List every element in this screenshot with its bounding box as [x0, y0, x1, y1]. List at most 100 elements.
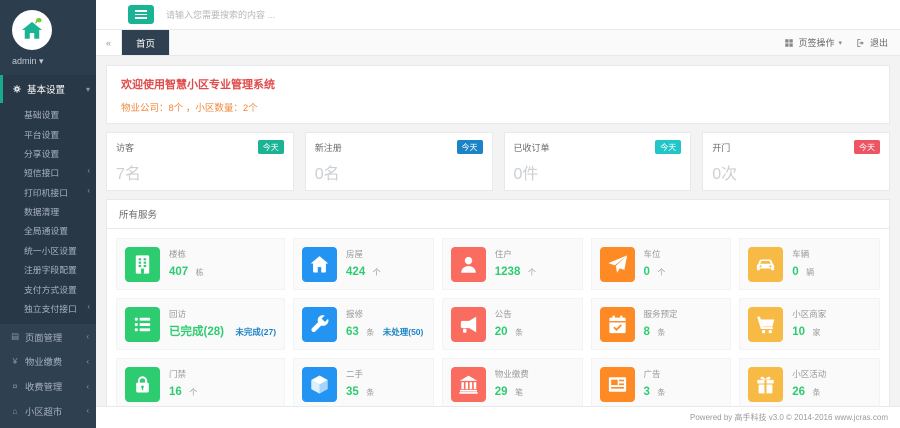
service-tile-label: 小区活动 — [792, 368, 826, 380]
sidebar-item-pages[interactable]: ▤ 页面管理 ‹ — [0, 324, 96, 349]
service-tile-unit: 栋 — [196, 268, 204, 277]
tabs-menu-icon — [784, 38, 794, 48]
property-fee-icon: ¥ — [10, 356, 20, 366]
cube-icon — [302, 367, 337, 402]
service-tile[interactable]: 楼栋 407 栋 — [116, 238, 285, 290]
service-tile-value: 16 — [169, 386, 182, 398]
sidebar: admin ▾ 基本设置 ▾ 基础设置 平台设置 分享设置 短信接口 ‹ 打印机… — [0, 0, 96, 428]
sidebar-submenu-item-label: 基础设置 — [24, 108, 59, 121]
service-tile-extra: 未完成(27) — [235, 327, 276, 337]
sidebar-submenu-item[interactable]: 全局通设置 — [0, 221, 96, 240]
tab-action[interactable]: 页签操作 ▾ — [784, 36, 842, 49]
service-tile-unit: 条 — [813, 388, 821, 397]
tab-actions: 页签操作 ▾ 退出 — [784, 30, 900, 55]
stat-card: 新注册 今天 0名 — [305, 132, 493, 191]
sidebar-section-basic-settings[interactable]: 基本设置 ▾ — [0, 75, 96, 103]
sidebar-item-merchant[interactable]: ◉ 小区商家 ‹ — [0, 423, 96, 428]
chevron-left-icon: ‹ — [86, 332, 89, 341]
service-tile-label: 楼栋 — [169, 248, 208, 260]
service-tile-label: 门禁 — [169, 368, 201, 380]
sidebar-submenu-item[interactable]: 分享设置 — [0, 144, 96, 163]
service-tile-label: 二手 — [346, 368, 378, 380]
stat-card-badge[interactable]: 今天 — [457, 140, 483, 154]
sidebar-item-property-fee[interactable]: ¥ 物业缴费 ‹ — [0, 349, 96, 374]
service-tile-unit: 辆 — [806, 268, 814, 277]
bank-icon — [451, 367, 486, 402]
chevron-left-icon: ‹ — [87, 166, 90, 179]
sidebar-item-market[interactable]: ⌂ 小区超市 ‹ — [0, 398, 96, 423]
stat-card-badge[interactable]: 今天 — [655, 140, 681, 154]
tab[interactable]: 首页 — [122, 30, 170, 55]
service-tile-unit: 个 — [373, 268, 381, 277]
chevron-down-icon: ▾ — [838, 39, 842, 47]
service-tile[interactable]: 车辆 0 辆 — [739, 238, 880, 290]
service-tile-unit: 条 — [657, 388, 665, 397]
pages-icon: ▤ — [10, 331, 20, 342]
sidebar-submenu-item-label: 数据清理 — [24, 205, 59, 218]
sidebar-item-label: 小区超市 — [25, 404, 62, 418]
services-panel: 所有服务 楼栋 407 栋 房屋 424 个 住户 1238 — [106, 199, 890, 406]
sidebar-submenu-item-label: 打印机接口 — [24, 186, 68, 199]
service-tile-unit: 笔 — [515, 388, 523, 397]
service-tile-extra: 未处理(50) — [383, 327, 424, 337]
service-tile[interactable]: 房屋 424 个 — [293, 238, 434, 290]
service-tile[interactable]: 车位 0 个 — [591, 238, 732, 290]
stat-card-badge[interactable]: 今天 — [854, 140, 880, 154]
service-tile[interactable]: 二手 35 条 — [293, 358, 434, 406]
service-tile-label: 车位 — [644, 248, 670, 260]
service-tile-unit: 条 — [366, 388, 374, 397]
sidebar-submenu-item[interactable]: 打印机接口 ‹ — [0, 183, 96, 202]
stat-card-badge[interactable]: 今天 — [258, 140, 284, 154]
service-tile-unit: 条 — [366, 328, 374, 337]
sidebar-submenu-item-label: 独立支付接口 — [24, 302, 77, 315]
service-tile-value: 已完成(28) — [169, 326, 224, 338]
service-tile[interactable]: 小区活动 26 条 — [739, 358, 880, 406]
sidebar-item-label: 页面管理 — [25, 330, 62, 344]
sidebar-submenu-item[interactable]: 注册字段配置 — [0, 260, 96, 279]
sidebar-logo-block[interactable]: admin ▾ — [0, 0, 96, 75]
service-tile[interactable]: 回访 已完成(28) 未完成(27) — [116, 298, 285, 350]
service-tile-label: 服务预定 — [644, 308, 678, 320]
service-tile-value: 26 — [792, 386, 805, 398]
sidebar-submenu-item-label: 全局通设置 — [24, 224, 68, 237]
signout-icon — [856, 38, 866, 48]
service-tile[interactable]: 物业缴费 29 笔 — [442, 358, 583, 406]
tabs-collapse-button[interactable]: « — [96, 30, 122, 55]
service-tile[interactable]: 公告 20 条 — [442, 298, 583, 350]
sidebar-submenu-item[interactable]: 短信接口 ‹ — [0, 163, 96, 182]
service-tile-label: 广告 — [644, 368, 670, 380]
sidebar-submenu-item[interactable]: 基础设置 — [0, 105, 96, 124]
stat-card: 已收订单 今天 0件 — [504, 132, 692, 191]
service-tile-value: 1238 — [495, 266, 521, 278]
tab-action[interactable]: 退出 — [856, 36, 892, 49]
service-tile[interactable]: 广告 3 条 — [591, 358, 732, 406]
paper-plane-icon — [600, 247, 635, 282]
service-tile-value: 35 — [346, 386, 359, 398]
chevron-down-icon: ▾ — [86, 85, 90, 94]
stat-cards-row: 访客 今天 7名 新注册 今天 0名 已收订单 今天 0件 开门 今天 0次 — [106, 132, 890, 191]
service-tile-unit: 个 — [657, 268, 665, 277]
service-tile-unit: 个 — [528, 268, 536, 277]
sidebar-submenu: 基础设置 平台设置 分享设置 短信接口 ‹ 打印机接口 ‹ 数据清理 全局通设置… — [0, 103, 96, 324]
service-tile-label: 公告 — [495, 308, 527, 320]
service-tile[interactable]: 服务预定 8 条 — [591, 298, 732, 350]
service-tile[interactable]: 住户 1238 个 — [442, 238, 583, 290]
sidebar-submenu-item[interactable]: 独立支付接口 ‹ — [0, 299, 96, 318]
sidebar-submenu-item[interactable]: 平台设置 — [0, 124, 96, 143]
service-tile[interactable]: 门禁 16 个 — [116, 358, 285, 406]
search-input[interactable] — [166, 10, 386, 20]
sidebar-submenu-item[interactable]: 支付方式设置 — [0, 279, 96, 298]
sidebar-item-fee-manage[interactable]: ¤ 收费管理 ‹ — [0, 374, 96, 399]
menu-toggle-button[interactable] — [128, 5, 154, 24]
sidebar-submenu-item[interactable]: 数据清理 — [0, 202, 96, 221]
tabs-container: 首页 — [122, 30, 170, 55]
sidebar-submenu-item[interactable]: 统一小区设置 — [0, 241, 96, 260]
service-tile[interactable]: 报修 63 条 未处理(50) — [293, 298, 434, 350]
home-icon — [302, 247, 337, 282]
service-tile-label: 房屋 — [346, 248, 385, 260]
sidebar-username[interactable]: admin ▾ — [12, 56, 96, 67]
service-tile-label: 物业缴费 — [495, 368, 529, 380]
service-tile[interactable]: 小区商家 10 家 — [739, 298, 880, 350]
welcome-title: 欢迎使用智慧小区专业管理系统 — [121, 76, 875, 92]
top-header — [96, 0, 900, 30]
